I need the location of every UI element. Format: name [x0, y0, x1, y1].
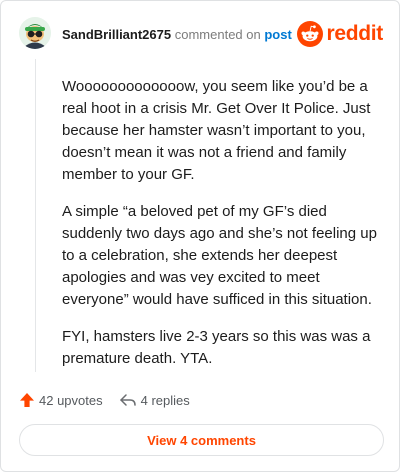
- reddit-wordmark: reddit: [326, 22, 383, 45]
- replies-button[interactable]: 4 replies: [119, 392, 190, 408]
- upvote-button[interactable]: 42 upvotes: [19, 392, 103, 408]
- comment-actions: 42 upvotes 4 replies: [19, 389, 190, 411]
- reddit-logo[interactable]: reddit: [297, 20, 383, 48]
- reply-count: 4 replies: [140, 392, 190, 408]
- byline: SandBrilliant2675 commented on post: [62, 27, 292, 42]
- view-comments-button[interactable]: View 4 comments: [19, 424, 384, 456]
- username[interactable]: SandBrilliant2675: [62, 27, 171, 42]
- comment-paragraph: FYI, hamsters live 2-3 years so this was…: [62, 328, 371, 367]
- reply-arrow-icon: [119, 394, 136, 406]
- comment-card: SandBrilliant2675 commented on post redd…: [0, 0, 400, 472]
- comment-body: Wooooooooooooow, you seem like you’d be …: [62, 76, 382, 385]
- avatar-image: [19, 17, 51, 49]
- reddit-snoo-icon: [297, 21, 324, 47]
- comment-paragraph: Wooooooooooooow, you seem like you’d be …: [62, 78, 371, 183]
- post-link[interactable]: post: [264, 27, 291, 42]
- upvote-count: 42 upvotes: [39, 392, 103, 408]
- commented-on-text: commented on: [174, 27, 261, 42]
- avatar[interactable]: [19, 17, 51, 49]
- comment-header: SandBrilliant2675 commented on post redd…: [19, 17, 383, 53]
- comment-paragraph: A simple “a beloved pet of my GF’s died …: [62, 203, 377, 308]
- upvote-arrow-icon: [20, 393, 34, 407]
- thread-line[interactable]: [35, 59, 36, 372]
